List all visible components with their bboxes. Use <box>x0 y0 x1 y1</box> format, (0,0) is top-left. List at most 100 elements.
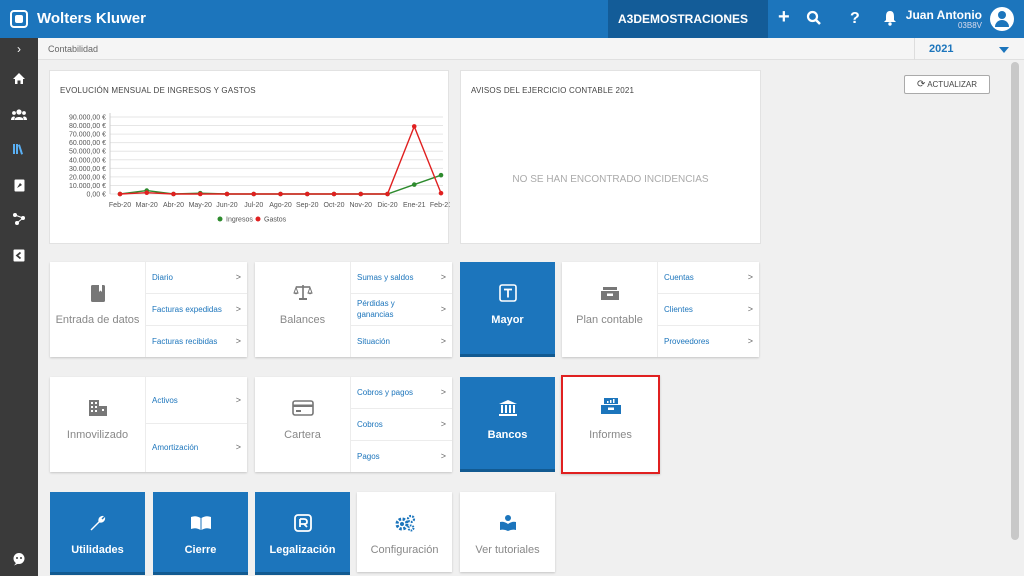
gears-icon <box>357 514 452 538</box>
x-tick-label: Sep-20 <box>296 202 319 209</box>
x-tick-label: Abr-20 <box>163 202 184 209</box>
configuracion-label: Configuración <box>370 544 439 556</box>
balances-card: Balances Sumas y saldos > Pérdidas y gana… <box>255 262 452 357</box>
balances-links: Sumas y saldos > Pérdidas y ganancias > Si… <box>350 262 452 357</box>
chevron-right-icon: > <box>747 304 753 314</box>
refresh-button[interactable]: ⟳ ACTUALIZAR <box>904 75 990 94</box>
document-icon[interactable] <box>0 169 38 199</box>
y-tick-label: 40.000,00 € <box>69 157 106 164</box>
link-facturas-recibidas[interactable]: Facturas recibidas > <box>146 326 247 358</box>
y-tick-label: 50.000,00 € <box>69 149 106 156</box>
data-point-gastos <box>224 191 230 197</box>
accounting-books-icon[interactable] <box>0 133 38 163</box>
chevron-right-icon: > <box>440 304 446 314</box>
legend-marker-gastos <box>255 216 261 222</box>
data-point-ingresos <box>438 172 444 178</box>
plan-contable-label[interactable]: Plan contable <box>562 314 657 326</box>
wolters-kluwer-logo-icon <box>10 10 28 28</box>
y-tick-label: 10.000,00 € <box>69 183 106 190</box>
cartera-links: Cobros y pagos > Cobros > Pagos > <box>350 377 452 472</box>
data-point-gastos <box>385 191 390 197</box>
data-point-gastos <box>117 191 123 197</box>
book-icon[interactable] <box>50 284 145 309</box>
data-point-gastos <box>331 191 337 197</box>
x-tick-label: Oct-20 <box>323 202 344 209</box>
informes-button[interactable]: Informes <box>561 375 660 474</box>
x-tick-label: Nov-20 <box>349 202 372 209</box>
reports-icon <box>563 397 658 421</box>
plan-links: Cuentas > Clientes > Proveedores > <box>657 262 759 357</box>
data-point-gastos <box>144 190 150 196</box>
add-icon[interactable]: + <box>778 7 790 27</box>
chevron-right-icon: > <box>440 387 446 397</box>
chevron-right-icon: > <box>235 395 241 405</box>
entrada-de-datos-label[interactable]: Entrada de datos <box>50 314 145 326</box>
help-icon[interactable]: ? <box>850 9 860 29</box>
link-pagos[interactable]: Pagos > <box>351 441 452 473</box>
data-point-ingresos <box>411 182 417 187</box>
balances-label[interactable]: Balances <box>255 314 350 326</box>
wrench-icon <box>50 514 145 538</box>
cierre-button[interactable]: Cierre <box>153 492 248 572</box>
chevron-right-icon: > <box>235 336 241 346</box>
link-proveedores[interactable]: Proveedores > <box>658 326 759 358</box>
chevron-right-icon: > <box>440 272 446 282</box>
ver-tutoriales-button[interactable]: Ver tutoriales <box>460 492 555 572</box>
chart-panel: EVOLUCIÓN MENSUAL DE INGRESOS Y GASTOS 0… <box>49 70 450 244</box>
link-cuentas[interactable]: Cuentas > <box>658 262 759 294</box>
utilidades-label: Utilidades <box>71 544 124 556</box>
link-sumas-y-saldos[interactable]: Sumas y saldos > <box>351 262 452 294</box>
registro-mercantil-icon <box>255 514 350 538</box>
user-avatar-icon[interactable] <box>990 7 1014 31</box>
x-tick-label: Dic-20 <box>377 202 397 209</box>
notices-panel: AVISOS DEL EJERCICIO CONTABLE 2021 NO SE… <box>460 70 761 244</box>
y-tick-label: 20.000,00 € <box>69 174 106 181</box>
inmovilizado-label[interactable]: Inmovilizado <box>50 429 145 441</box>
chevron-right-icon: > <box>747 272 753 282</box>
y-tick-label: 80.000,00 € <box>69 123 106 130</box>
link-situacion[interactable]: Situación > <box>351 326 452 358</box>
link-cobros[interactable]: Cobros > <box>351 409 452 441</box>
link-facturas-expedidas[interactable]: Facturas expedidas > <box>146 294 247 326</box>
link-activos[interactable]: Activos > <box>146 377 247 424</box>
users-icon[interactable] <box>0 98 38 128</box>
chat-support-icon[interactable] <box>0 543 38 573</box>
data-point-gastos <box>358 191 364 197</box>
data-point-gastos <box>251 191 257 197</box>
expand-sidebar-icon[interactable]: › <box>0 38 38 60</box>
mayor-button[interactable]: Mayor <box>460 262 555 354</box>
year-selector[interactable]: 2021 <box>914 38 1010 60</box>
home-icon[interactable] <box>0 62 38 92</box>
reader-icon <box>460 514 555 538</box>
link-diario[interactable]: Diario > <box>146 262 247 294</box>
bancos-button[interactable]: Bancos <box>460 377 555 469</box>
ver-tutoriales-label: Ver tutoriales <box>475 544 540 556</box>
y-tick-label: 70.000,00 € <box>69 132 106 139</box>
scale-icon[interactable] <box>255 284 350 307</box>
network-icon[interactable] <box>0 203 38 233</box>
link-clientes[interactable]: Clientes > <box>658 294 759 326</box>
data-point-gastos <box>411 124 417 129</box>
series-line-ingresos <box>119 174 442 195</box>
building-icon[interactable] <box>50 399 145 423</box>
link-cobros-y-pagos[interactable]: Cobros y pagos > <box>351 377 452 409</box>
collapse-panel-icon[interactable] <box>0 239 38 269</box>
credit-card-icon[interactable] <box>255 399 350 422</box>
vertical-scrollbar[interactable] <box>1011 62 1019 540</box>
link-perdidas-y-ganancias[interactable]: Pérdidas y ganancias > <box>351 294 452 326</box>
x-tick-label: Feb-21 <box>430 202 450 209</box>
link-amortizacion[interactable]: Amortización > <box>146 424 247 472</box>
user-name[interactable]: Juan Antonio <box>906 8 982 22</box>
legalizacion-button[interactable]: Legalización <box>255 492 350 572</box>
chevron-right-icon: > <box>747 336 753 346</box>
cartera-label[interactable]: Cartera <box>255 429 350 441</box>
utilidades-button[interactable]: Utilidades <box>50 492 145 572</box>
company-selector[interactable]: A3DEMOSTRACIONES <box>608 0 768 38</box>
y-tick-label: 0,00 € <box>87 192 107 199</box>
bell-icon[interactable] <box>883 10 897 32</box>
y-tick-label: 30.000,00 € <box>69 166 106 173</box>
archive-drawer-icon[interactable] <box>562 284 657 307</box>
configuracion-button[interactable]: Configuración <box>357 492 452 572</box>
search-icon[interactable] <box>806 9 822 33</box>
breadcrumb[interactable]: Contabilidad <box>48 44 98 54</box>
